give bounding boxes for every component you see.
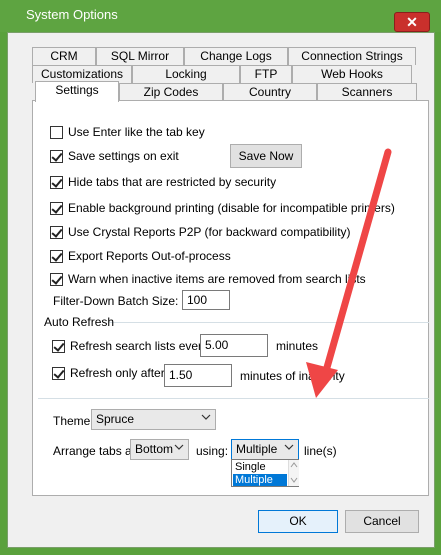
chevron-down-icon	[284, 444, 294, 450]
tab-sql-mirror[interactable]: SQL Mirror	[96, 47, 184, 65]
appearance-divider	[38, 398, 429, 399]
refresh-only-input[interactable]: 1.50	[164, 364, 232, 387]
refresh-only-unit: minutes of inactivity	[240, 369, 345, 383]
enter-tab-label: Use Enter like the tab key	[68, 125, 205, 139]
close-icon: ✕	[406, 14, 418, 30]
tab-ftp[interactable]: FTP	[240, 65, 292, 83]
using-option-single[interactable]: Single	[233, 461, 287, 473]
tab-scanners[interactable]: Scanners	[317, 83, 417, 101]
save-now-button[interactable]: Save Now	[230, 144, 302, 168]
chevron-down-icon	[290, 477, 298, 483]
hide-tabs-checkbox[interactable]	[50, 176, 63, 189]
warn-inactive-checkbox[interactable]	[50, 273, 63, 286]
cancel-button[interactable]: Cancel	[345, 510, 419, 533]
arrange-select-value: Bottom	[135, 442, 174, 456]
save-on-exit-checkbox[interactable]	[50, 150, 63, 163]
crystal-label: Use Crystal Reports P2P (for backward co…	[68, 225, 351, 239]
refresh-lists-label: Refresh search lists every	[70, 339, 209, 353]
refresh-only-label: Refresh only after	[70, 366, 165, 380]
theme-label: Theme:	[53, 414, 94, 428]
tab-locking[interactable]: Locking	[132, 65, 240, 83]
ok-button[interactable]: OK	[258, 510, 338, 533]
close-button[interactable]: ✕	[394, 12, 430, 32]
enter-tab-checkbox[interactable]	[50, 126, 63, 139]
filter-batch-label: Filter-Down Batch Size:	[53, 294, 179, 308]
using-select-value: Multiple	[236, 442, 278, 456]
chevron-up-icon	[290, 462, 298, 468]
tab-change-logs[interactable]: Change Logs	[184, 47, 288, 65]
bg-printing-checkbox[interactable]	[50, 202, 63, 215]
auto-refresh-divider	[109, 322, 429, 323]
save-on-exit-label: Save settings on exit	[68, 149, 179, 163]
using-select[interactable]: Multiple	[231, 439, 299, 460]
using-dropdown-list: Single Multiple	[231, 459, 299, 487]
dropdown-scrollbar[interactable]	[288, 460, 299, 486]
export-oop-label: Export Reports Out-of-process	[68, 249, 231, 263]
export-oop-checkbox[interactable]	[50, 250, 63, 263]
chevron-down-icon	[201, 414, 211, 420]
hide-tabs-label: Hide tabs that are restricted by securit…	[68, 175, 277, 189]
bg-printing-label: Enable background printing (disable for …	[68, 201, 395, 215]
title-bar[interactable]: System Options ✕	[0, 0, 441, 32]
tab-web-hooks[interactable]: Web Hooks	[292, 65, 412, 83]
tab-country[interactable]: Country	[223, 83, 317, 101]
using-label: using:	[196, 444, 229, 458]
chevron-down-icon	[174, 444, 184, 450]
auto-refresh-label: Auto Refresh	[44, 315, 115, 329]
using-option-multiple[interactable]: Multiple	[233, 474, 287, 486]
arrange-label: Arrange tabs at:	[53, 444, 139, 458]
filter-batch-input[interactable]: 100	[182, 290, 230, 310]
tab-zip-codes[interactable]: Zip Codes	[119, 83, 223, 101]
tab-settings[interactable]: Settings	[35, 81, 119, 102]
refresh-lists-checkbox[interactable]	[52, 340, 65, 353]
tab-connection-strings[interactable]: Connection Strings	[288, 47, 416, 65]
warn-inactive-label: Warn when inactive items are removed fro…	[68, 272, 366, 286]
refresh-lists-input[interactable]: 5.00	[200, 334, 268, 357]
lines-label: line(s)	[304, 444, 337, 458]
tab-crm[interactable]: CRM	[32, 47, 96, 65]
refresh-only-checkbox[interactable]	[52, 367, 65, 380]
arrange-select[interactable]: Bottom	[130, 439, 189, 460]
theme-select[interactable]: Spruce	[91, 409, 216, 430]
refresh-lists-unit: minutes	[276, 339, 319, 353]
window-title: System Options	[26, 7, 118, 22]
theme-select-value: Spruce	[96, 412, 135, 426]
window: System Options ✕ CRM SQL Mirror Change L…	[0, 0, 441, 555]
crystal-checkbox[interactable]	[50, 226, 63, 239]
